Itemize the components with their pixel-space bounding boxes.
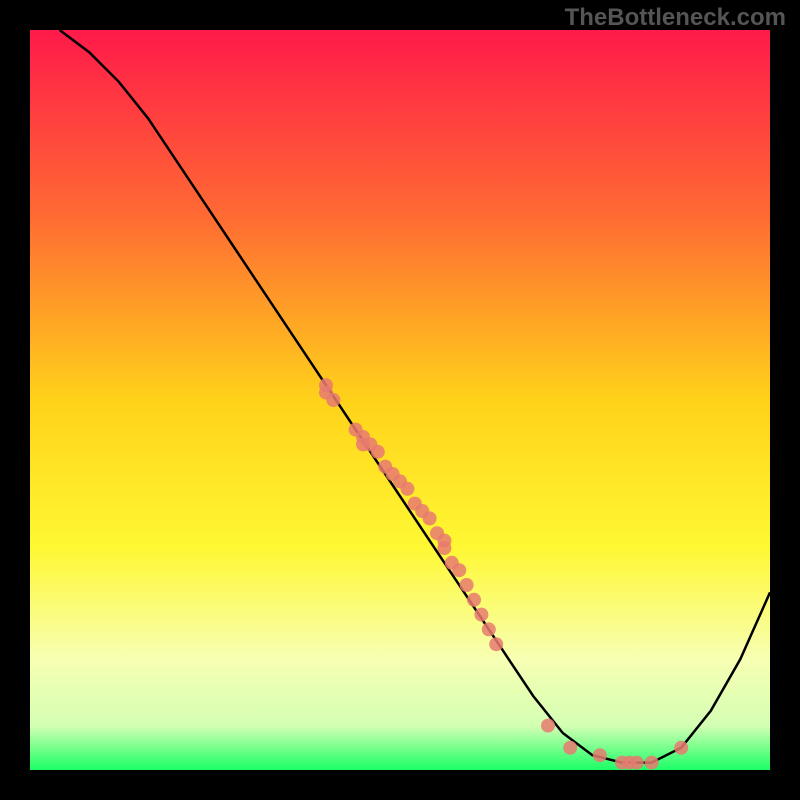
- chart-container: [30, 30, 770, 770]
- chart-svg: [30, 30, 770, 770]
- data-marker: [460, 578, 474, 592]
- data-marker: [400, 482, 414, 496]
- data-marker: [452, 563, 466, 577]
- data-marker: [630, 756, 644, 770]
- data-marker: [593, 748, 607, 762]
- data-marker: [482, 622, 496, 636]
- data-marker: [645, 756, 659, 770]
- data-marker: [563, 741, 577, 755]
- data-marker: [674, 741, 688, 755]
- data-marker: [437, 541, 451, 555]
- data-marker: [326, 393, 340, 407]
- watermark-text: TheBottleneck.com: [565, 4, 786, 32]
- chart-background: [30, 30, 770, 770]
- data-marker: [371, 445, 385, 459]
- data-marker: [489, 637, 503, 651]
- data-marker: [541, 719, 555, 733]
- data-marker: [423, 511, 437, 525]
- data-marker: [467, 593, 481, 607]
- data-marker: [474, 608, 488, 622]
